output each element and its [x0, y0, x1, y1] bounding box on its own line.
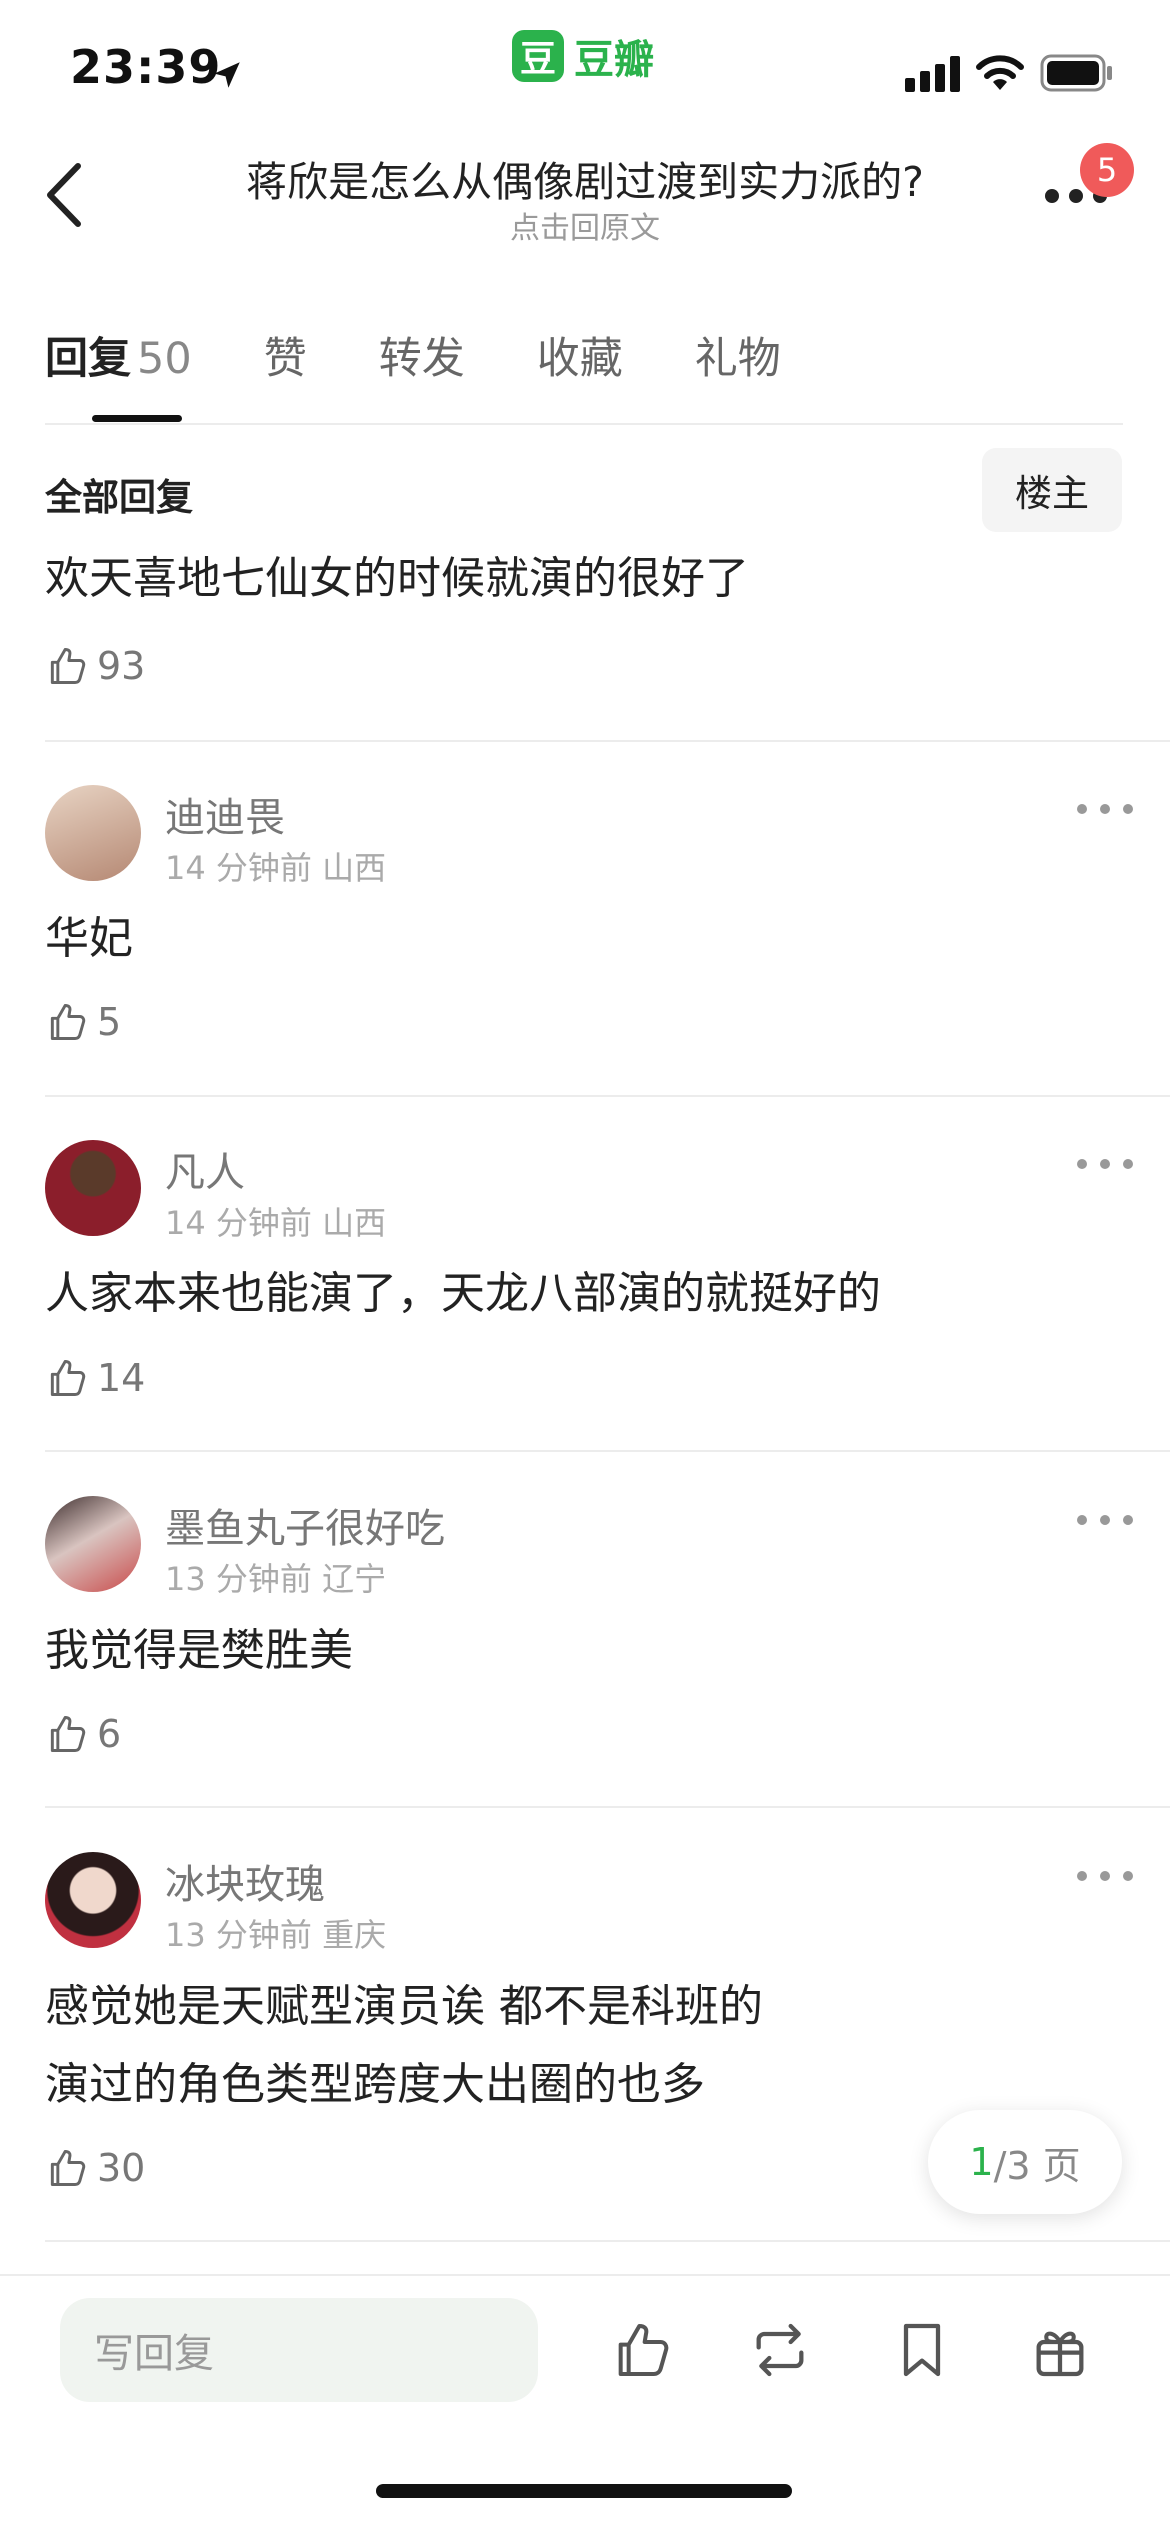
like-button[interactable]: 5	[45, 1000, 121, 1044]
app-logo: 豆 豆瓣	[512, 28, 654, 84]
reply-input[interactable]: 写回复	[60, 2298, 538, 2402]
comment-more-icon[interactable]	[1075, 1157, 1135, 1171]
reply-count: 50	[137, 334, 192, 384]
thumbs-up-icon	[50, 2150, 86, 2186]
douban-logo-icon: 豆	[512, 30, 564, 82]
like-count: 30	[97, 2146, 146, 2190]
comment-meta: 14 分钟前 山西	[165, 849, 387, 887]
tab-reposts[interactable]: 转发	[379, 324, 465, 386]
divider	[45, 740, 1170, 742]
comment-text: 我觉得是樊胜美	[45, 1625, 353, 1676]
divider	[0, 2274, 1170, 2276]
thumbs-up-icon	[50, 648, 86, 684]
status-time: 23:39	[70, 40, 222, 94]
divider	[45, 1095, 1170, 1097]
tab-bar: 回复 50 赞 转发 收藏 礼物	[45, 324, 853, 386]
current-page: 1	[969, 2140, 994, 2184]
comment-text: 华妃	[45, 913, 133, 964]
notification-badge: 5	[1080, 143, 1134, 197]
divider	[45, 1806, 1170, 1808]
comment-more-icon[interactable]	[1075, 1513, 1135, 1527]
app-name: 豆瓣	[574, 37, 654, 83]
tab-replies[interactable]: 回复 50	[45, 324, 192, 386]
like-icon[interactable]	[610, 2318, 674, 2382]
active-tab-indicator	[92, 415, 182, 422]
avatar[interactable]	[45, 1140, 141, 1236]
comment-text: 人家本来也能演了，天龙八部演的就挺好的	[45, 1268, 881, 1319]
like-button[interactable]: 30	[45, 2146, 145, 2190]
tab-likes[interactable]: 赞	[264, 324, 307, 386]
comment-text-line: 感觉她是天赋型演员诶 都不是科班的	[45, 1981, 763, 2032]
thumbs-up-icon	[50, 1716, 86, 1752]
comment-more-icon[interactable]	[1075, 802, 1135, 816]
like-count: 93	[97, 644, 146, 688]
thumbs-up-icon	[50, 1004, 86, 1040]
page-title[interactable]: 蒋欣是怎么从偶像剧过渡到实力派的?	[140, 148, 1030, 208]
comment-text: 欢天喜地七仙女的时候就演的很好了	[45, 553, 749, 604]
username[interactable]: 冰块玫瑰	[165, 1852, 325, 1910]
tab-gifts[interactable]: 礼物	[695, 324, 781, 386]
like-button[interactable]: 14	[45, 1356, 145, 1400]
comment-text-line: 演过的角色类型跨度大出圈的也多	[45, 2059, 705, 2110]
avatar[interactable]	[45, 1852, 141, 1948]
comment-more-icon[interactable]	[1075, 1869, 1135, 1883]
cellular-signal-icon	[905, 56, 960, 92]
divider	[45, 2240, 1170, 2242]
op-only-button[interactable]: 楼主	[982, 448, 1122, 532]
section-label: 全部回复	[45, 476, 193, 519]
gift-icon[interactable]	[1028, 2318, 1092, 2382]
total-pages: /3 页	[993, 2143, 1081, 2188]
comment-meta: 13 分钟前 重庆	[165, 1916, 387, 1954]
comment-meta: 13 分钟前 辽宁	[165, 1560, 387, 1598]
bookmark-icon[interactable]	[890, 2318, 954, 2382]
wifi-icon	[976, 55, 1024, 90]
tab-collections[interactable]: 收藏	[537, 324, 623, 386]
username[interactable]: 凡人	[165, 1140, 245, 1198]
username[interactable]: 墨鱼丸子很好吃	[165, 1496, 445, 1554]
location-arrow-icon	[214, 62, 240, 88]
repost-icon[interactable]	[748, 2318, 812, 2382]
like-count: 14	[97, 1356, 146, 1400]
divider	[45, 1450, 1170, 1452]
like-count: 5	[97, 1000, 122, 1044]
page-indicator[interactable]: 1/3 页	[928, 2110, 1122, 2214]
comment-meta: 14 分钟前 山西	[165, 1204, 387, 1242]
battery-icon	[1040, 54, 1112, 92]
like-button[interactable]: 93	[45, 644, 145, 688]
back-icon[interactable]	[40, 160, 90, 230]
thumbs-up-icon	[50, 1360, 86, 1396]
divider	[45, 423, 1123, 425]
back-to-original-link[interactable]: 点击回原文	[140, 203, 1030, 247]
like-button[interactable]: 6	[45, 1712, 121, 1756]
avatar[interactable]	[45, 1496, 141, 1592]
like-count: 6	[97, 1712, 122, 1756]
home-indicator	[376, 2484, 792, 2498]
username[interactable]: 迪迪畏	[165, 785, 285, 843]
avatar[interactable]	[45, 785, 141, 881]
